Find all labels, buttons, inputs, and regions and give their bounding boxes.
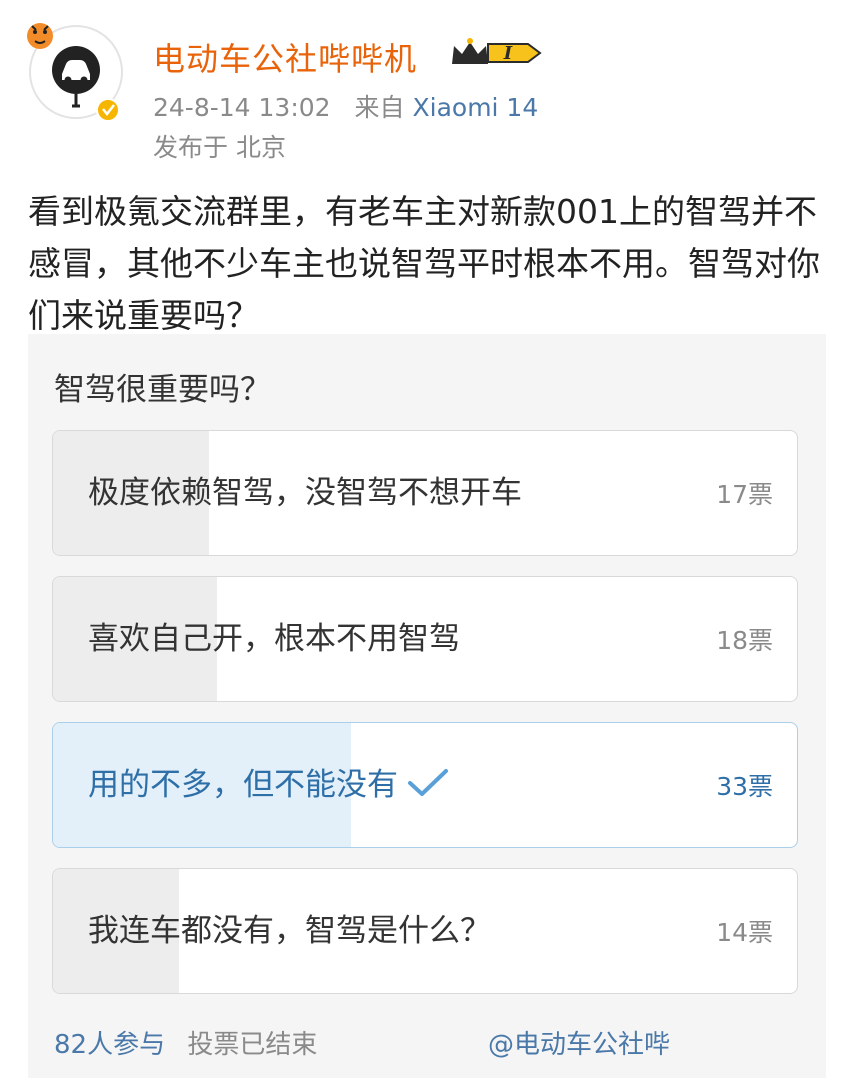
author-name[interactable]: 电动车公社哔哔机 — [153, 34, 417, 80]
poll-option-3[interactable]: 用的不多，但不能没有 33票 — [52, 722, 798, 848]
poll-card: 智驾很重要吗？ 极度依赖智驾，没智驾不想开车 17票 喜欢自己开，根本不用智驾 … — [28, 334, 826, 1078]
poll-option-label: 用的不多，但不能没有 — [88, 761, 568, 809]
poll-option-4[interactable]: 我连车都没有，智驾是什么？ 14票 — [52, 868, 798, 994]
post-time: 24-8-14 13:02 — [153, 93, 331, 122]
avatar[interactable] — [26, 14, 126, 122]
poll-option-1[interactable]: 极度依赖智驾，没智驾不想开车 17票 — [52, 430, 798, 556]
post-text: 看到极氪交流群里，有老车主对新款001上的智驾并不感冒，其他不少车主也说智驾平时… — [28, 192, 820, 335]
checkmark-icon — [408, 769, 448, 796]
tiger-ornament-icon — [27, 23, 53, 49]
poll-question: 智驾很重要吗？ — [54, 372, 271, 408]
poll-option-votes: 18票 — [716, 626, 773, 655]
poll-option-label: 喜欢自己开，根本不用智驾 — [88, 621, 460, 657]
poll-option-2[interactable]: 喜欢自己开，根本不用智驾 18票 — [52, 576, 798, 702]
participants-count[interactable]: 82人参与 — [54, 1030, 165, 1060]
poll-option-votes: 33票 — [716, 772, 773, 801]
level-badge[interactable]: I — [450, 36, 542, 70]
watermark: @电动车公社哔 — [488, 1030, 671, 1060]
source-prefix: 来自 — [354, 93, 405, 122]
device-link[interactable]: Xiaomi 14 — [413, 93, 539, 122]
poll-status: 投票已结束 — [187, 1030, 318, 1060]
post-location: 发布于 北京 — [153, 133, 286, 162]
poll-option-votes: 14票 — [716, 918, 773, 947]
poll-option-votes: 17票 — [716, 480, 773, 509]
level-number: I — [503, 43, 513, 64]
post-meta: 24-8-14 13:02 来自 Xiaomi 14 — [153, 88, 538, 124]
crown-icon — [452, 38, 488, 64]
verified-badge-icon — [96, 98, 120, 122]
poll-option-label: 极度依赖智驾，没智驾不想开车 — [88, 475, 522, 511]
poll-option-label: 我连车都没有，智驾是什么？ — [88, 913, 491, 949]
poll-option-label-text: 用的不多，但不能没有 — [88, 767, 398, 803]
poll-footer: 82人参与 投票已结束 — [54, 1024, 317, 1061]
